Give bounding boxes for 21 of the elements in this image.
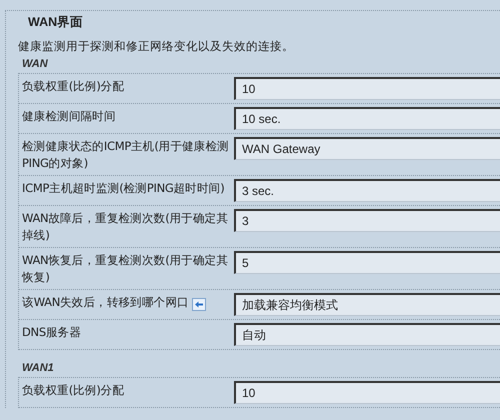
setting-label: WAN故障后，重复检测次数(用于确定其掉线) (22, 210, 229, 244)
input-field[interactable]: 3 (234, 209, 500, 232)
input-field[interactable]: 10 (234, 381, 500, 404)
setting-label: 负载权重(比例)分配 (22, 78, 125, 95)
setting-label: 检测健康状态的ICMP主机(用于健康检测PING的对象) (22, 138, 229, 172)
setting-label: ICMP主机超时监测(检测PING超时时间) (22, 180, 226, 197)
setting-label: 该WAN失效后，转移到哪个网口 (22, 294, 189, 311)
input-field[interactable]: 3 sec. (234, 179, 500, 202)
input-field[interactable]: 加载兼容均衡模式 (234, 293, 500, 316)
setting-label: DNS服务器 (22, 324, 82, 341)
input-field[interactable]: 5 (234, 251, 500, 274)
input-field[interactable]: 自动 (234, 323, 500, 346)
setting-label: 负载权重(比例)分配 (22, 382, 125, 399)
section-title: WAN (21, 57, 49, 72)
setting-label: WAN恢复后，重复检测次数(用于确定其恢复) (22, 252, 229, 286)
setting-label: 健康检测间隔时间 (22, 108, 117, 125)
section-title: WAN1 (21, 361, 55, 376)
input-field[interactable]: WAN Gateway (234, 137, 500, 160)
input-field[interactable]: 10 (234, 77, 500, 100)
input-field[interactable]: 10 sec. (234, 107, 500, 130)
panel-description: 健康监测用于探测和修正网络变化以及失效的连接。 (18, 39, 295, 54)
